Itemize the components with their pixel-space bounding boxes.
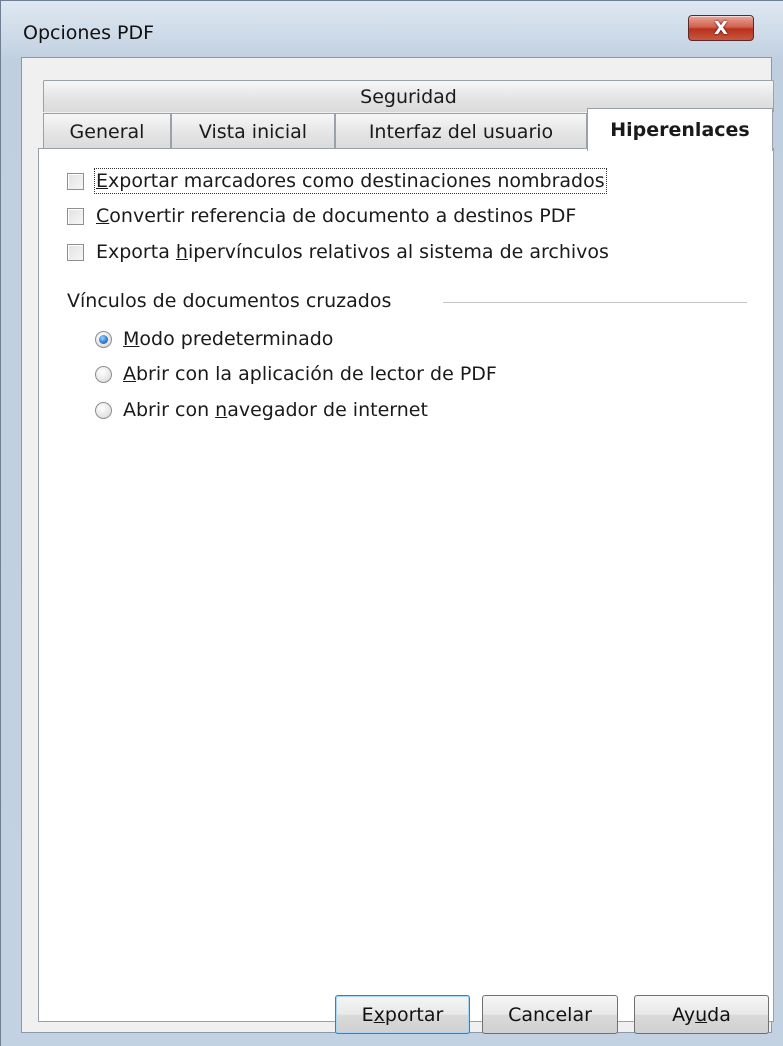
tab-label: Interfaz del usuario (368, 120, 554, 143)
checkbox-icon[interactable] (67, 243, 84, 261)
checkbox-label: Convertir referencia de documento a dest… (96, 205, 577, 227)
tab-interfaz-usuario[interactable]: Interfaz del usuario (335, 113, 587, 149)
radio-label: Modo predeterminado (123, 328, 334, 350)
close-icon: X (714, 17, 728, 39)
dialog-window: Opciones PDF X Seguridad General Vista i… (0, 0, 783, 1046)
close-button[interactable]: X (688, 15, 754, 41)
cancel-button[interactable]: Cancelar (482, 995, 618, 1034)
tab-label: Hiperenlaces (610, 119, 750, 141)
help-button-label: Ayuda (672, 1003, 731, 1026)
tab-label: Vista inicial (198, 120, 308, 143)
radio-icon[interactable] (95, 330, 112, 348)
help-button[interactable]: Ayuda (634, 995, 769, 1034)
group-cross-links-label: Vínculos de documentos cruzados (67, 290, 392, 312)
cancel-button-label: Cancelar (508, 1003, 592, 1026)
radio-default-mode[interactable]: Modo predeterminado (95, 328, 333, 350)
dialog-client: Seguridad General Vista inicial Interfaz… (21, 57, 774, 1033)
checkbox-label: Exporta hipervínculos relativos al siste… (96, 241, 609, 263)
checkbox-convert-references[interactable]: Convertir referencia de documento a dest… (67, 205, 576, 227)
tab-vista-inicial[interactable]: Vista inicial (171, 113, 335, 149)
radio-open-browser[interactable]: Abrir con navegador de internet (95, 399, 428, 421)
radio-label: Abrir con la aplicación de lector de PDF (123, 363, 497, 385)
export-button-label: Exportar (361, 1003, 444, 1026)
checkbox-icon[interactable] (67, 172, 84, 190)
group-divider (443, 302, 747, 303)
checkbox-icon[interactable] (67, 207, 84, 225)
checkbox-label: Exportar marcadores como destinaciones n… (94, 168, 607, 194)
tab-label: General (69, 120, 145, 143)
radio-icon[interactable] (95, 365, 112, 383)
tab-label: Seguridad (360, 85, 457, 108)
checkbox-relative-links[interactable]: Exporta hipervínculos relativos al siste… (67, 241, 609, 263)
tab-hiperenlaces[interactable]: Hiperenlaces (587, 108, 773, 151)
window-title: Opciones PDF (23, 22, 155, 44)
tab-general[interactable]: General (43, 113, 171, 149)
export-button[interactable]: Exportar (335, 995, 470, 1034)
tab-panel-hiperenlaces: Exportar marcadores como destinaciones n… (38, 148, 774, 1022)
radio-open-pdf-reader[interactable]: Abrir con la aplicación de lector de PDF (95, 363, 497, 385)
checkbox-export-bookmarks[interactable]: Exportar marcadores como destinaciones n… (67, 168, 607, 194)
radio-label: Abrir con navegador de internet (123, 399, 428, 421)
radio-icon[interactable] (95, 401, 112, 419)
